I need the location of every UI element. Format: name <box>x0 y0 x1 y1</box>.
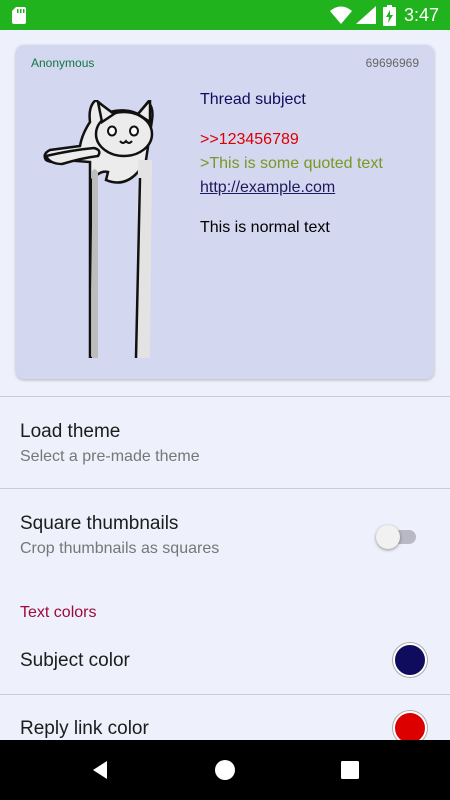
poster-name: Anonymous <box>31 56 95 70</box>
square-thumbnails-title: Square thumbnails <box>20 513 179 534</box>
signal-icon <box>356 6 376 24</box>
load-theme-summary: Select a pre-made theme <box>20 448 200 465</box>
status-clock: 3:47 <box>404 5 440 25</box>
divider <box>0 694 450 695</box>
navigation-bar <box>0 740 450 800</box>
divider <box>0 488 450 489</box>
switch-thumb <box>376 525 400 549</box>
sd-card-icon <box>12 7 26 24</box>
subject-color-setting[interactable]: Subject color <box>20 650 130 672</box>
longcat-image[interactable] <box>42 100 154 358</box>
text-colors-header: Text colors <box>20 604 97 621</box>
post-number: 69696969 <box>365 56 419 70</box>
wifi-icon <box>330 6 352 24</box>
square-thumbnails-switch[interactable] <box>376 524 416 549</box>
reply-link-color-setting[interactable]: Reply link color <box>20 718 149 740</box>
square-thumbnails-setting[interactable]: Square thumbnails Crop thumbnails as squ… <box>20 513 360 558</box>
reply-link[interactable]: >>123456789 <box>200 128 425 152</box>
load-theme-setting[interactable]: Load theme Select a pre-made theme <box>20 421 430 466</box>
home-icon[interactable] <box>213 758 237 782</box>
post-subject: Thread subject <box>200 91 306 108</box>
quoted-text: >This is some quoted text <box>200 155 383 172</box>
load-theme-title: Load theme <box>20 421 121 442</box>
divider <box>0 396 450 397</box>
theme-preview-post: Anonymous 69696969 Thread subject >>1234… <box>16 45 434 379</box>
post-link[interactable]: http://example.com <box>200 176 425 200</box>
recents-icon[interactable] <box>338 758 362 782</box>
square-thumbnails-summary: Crop thumbnails as squares <box>20 540 220 557</box>
subject-color-swatch[interactable] <box>393 643 427 677</box>
back-icon[interactable] <box>88 758 112 782</box>
normal-text: This is normal text <box>200 219 330 236</box>
status-bar: 3:47 <box>0 0 450 30</box>
battery-charging-icon <box>383 5 396 26</box>
post-comment: Thread subject >>123456789 >This is some… <box>200 88 425 240</box>
